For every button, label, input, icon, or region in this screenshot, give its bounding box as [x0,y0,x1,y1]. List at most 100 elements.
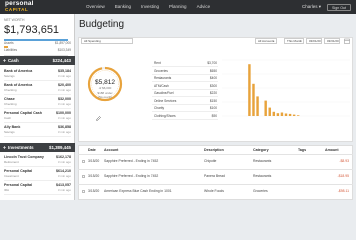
table-row[interactable]: 3/15/20 Sapphire Preferred - Ending in 74… [78,169,353,181]
account-balance: $413,057 [56,183,71,187]
chart-bar[interactable] [252,83,255,116]
col-amount[interactable]: Amount [325,148,339,152]
nav-investing[interactable]: Investing [141,0,159,14]
category-amount: $300 [209,83,217,88]
cash-section-header[interactable]: Cash $224,443 [0,56,75,65]
category-name: Gasoline/Fuel [154,91,174,95]
table-row[interactable]: 3/15/20 Sapphire Preferred - Ending in 74… [78,154,353,166]
date-to-input[interactable]: 03/31/20 [324,38,340,44]
nav-advice[interactable]: Advice [197,0,211,14]
logo-line2: CAPITAL [5,7,29,12]
account-updated: 3 min ago [57,130,71,134]
chart-bar[interactable] [276,113,280,116]
chart-bar[interactable] [292,114,296,116]
category-name: Online Services [154,98,177,103]
accounts-filter[interactable]: All Accounts ▾ [255,38,277,44]
cell-category: Restaurants [253,159,272,163]
account-row[interactable]: Personal Capital Cash Cash $100,000 3 min a… [4,110,71,123]
table-row[interactable]: 3/15/20 American Express Blue Cash Ending… [78,184,353,196]
chart-bar[interactable] [264,100,267,116]
account-name: Personal Capital [4,183,33,187]
nav-planning[interactable]: Planning [169,0,187,14]
date-to-value: 03/31/20 [327,39,339,43]
account-balance: $35,184 [58,69,71,73]
col-tags[interactable]: Tags [298,148,306,152]
chart-bar[interactable] [256,96,259,116]
category-name: Clothing/Shoes [154,113,176,118]
nav-overview[interactable]: Overview [86,0,105,14]
col-category[interactable]: Category [253,148,269,152]
chart-bar[interactable] [288,113,292,116]
chart-bar[interactable] [272,111,276,116]
plus-icon[interactable] [3,146,6,149]
chart-bar[interactable] [284,113,288,116]
account-row[interactable]: Lincoln Trust Company Retirement $162,178 3… [4,154,71,167]
account-balance: $100,000 [56,111,71,115]
account-updated: 3 min ago [57,102,71,106]
assets-row: Assets $1,897,000 [4,41,71,45]
spending-filter[interactable]: All Spending [81,38,133,44]
category-row[interactable]: Gasoline/Fuel $220 [152,90,218,97]
account-row[interactable]: Personal Capital IRA $413,057 3 min ago [4,182,71,195]
net-worth-label: NET WORTH [4,18,25,22]
account-row[interactable]: Chase Checking $32,000 3 min ago [4,96,71,109]
user-menu[interactable]: Charles ▾ [302,0,321,14]
account-row[interactable]: Ally Bank Savings $36,858 3 min ago [4,124,71,137]
category-amount: $100 [209,106,217,110]
account-row[interactable]: Bank of America Savings $35,184 3 min ago [4,68,71,81]
account-row[interactable]: Personal Capital Investment $614,210 3 min … [4,168,71,181]
category-amount: $400 [209,76,217,80]
nav-banking[interactable]: Banking [115,0,131,14]
category-row[interactable]: Charity $100 [152,105,218,112]
chart-bar[interactable] [296,115,300,116]
chart-bar[interactable] [268,107,271,116]
col-description[interactable]: Description [204,148,224,152]
chart-bar[interactable] [280,112,284,117]
spending-bar-chart [222,59,350,117]
account-name: Bank of America [4,69,33,73]
category-row[interactable]: Groceries $650 [152,68,218,75]
personal-capital-logo[interactable]: personal CAPITAL [5,0,57,13]
category-row[interactable]: Online Services $150 [152,98,218,105]
sign-out-button[interactable]: Sign Out [327,4,351,11]
cell-date: 3/15/20 [88,189,100,193]
category-name: Groceries [154,68,168,73]
cell-account: Sapphire Preferred - Ending in 7452 [104,159,159,163]
assets-label: Assets [4,41,14,45]
assets-value: $1,897,000 [55,41,71,45]
liabilities-value: $103,349 [57,48,71,52]
main-nav: Overview Banking Investing Planning Advi… [86,0,220,14]
row-checkbox[interactable] [82,174,85,178]
account-row[interactable]: Bank of America Checking $20,400 3 min ago [4,82,71,95]
category-row[interactable]: Rent $3,700 [152,60,218,67]
spending-filter-value: All Spending [84,39,101,43]
category-amount: $650 [209,68,217,73]
chart-bar[interactable] [248,64,251,116]
date-from-input[interactable]: 03/01/20 [306,38,322,44]
col-date[interactable]: Date [88,148,96,152]
pencil-icon[interactable] [96,116,101,121]
donut-note2: this month [98,95,112,99]
category-row[interactable]: Clothing/Shoes $90 [152,113,218,120]
account-updated: 3 min ago [57,88,71,92]
date-range-select[interactable]: This Month ▾ [284,38,304,44]
account-name: Bank of America [4,83,33,87]
cell-date: 3/15/20 [88,174,100,178]
category-row[interactable]: Restaurants $400 [152,75,218,82]
account-updated: 3 min ago [57,174,71,178]
category-name: Rent [154,61,161,65]
cell-category: Groceries [253,189,268,193]
category-name: Charity [154,106,165,110]
category-row[interactable]: ATM/Cash $300 [152,83,218,90]
row-checkbox[interactable] [82,159,85,163]
investments-section-header[interactable]: Investments $1,389,445 [0,143,75,152]
account-name: Ally Bank [4,125,21,129]
calendar-icon[interactable] [344,38,350,44]
cell-description: Panera Bread [204,174,225,178]
account-name: Chase [4,97,15,101]
cell-account: Sapphire Preferred - Ending in 7452 [104,174,159,178]
col-account[interactable]: Account [104,148,118,152]
category-amount: $220 [209,91,217,95]
plus-icon[interactable] [3,59,6,62]
row-checkbox[interactable] [82,189,85,193]
